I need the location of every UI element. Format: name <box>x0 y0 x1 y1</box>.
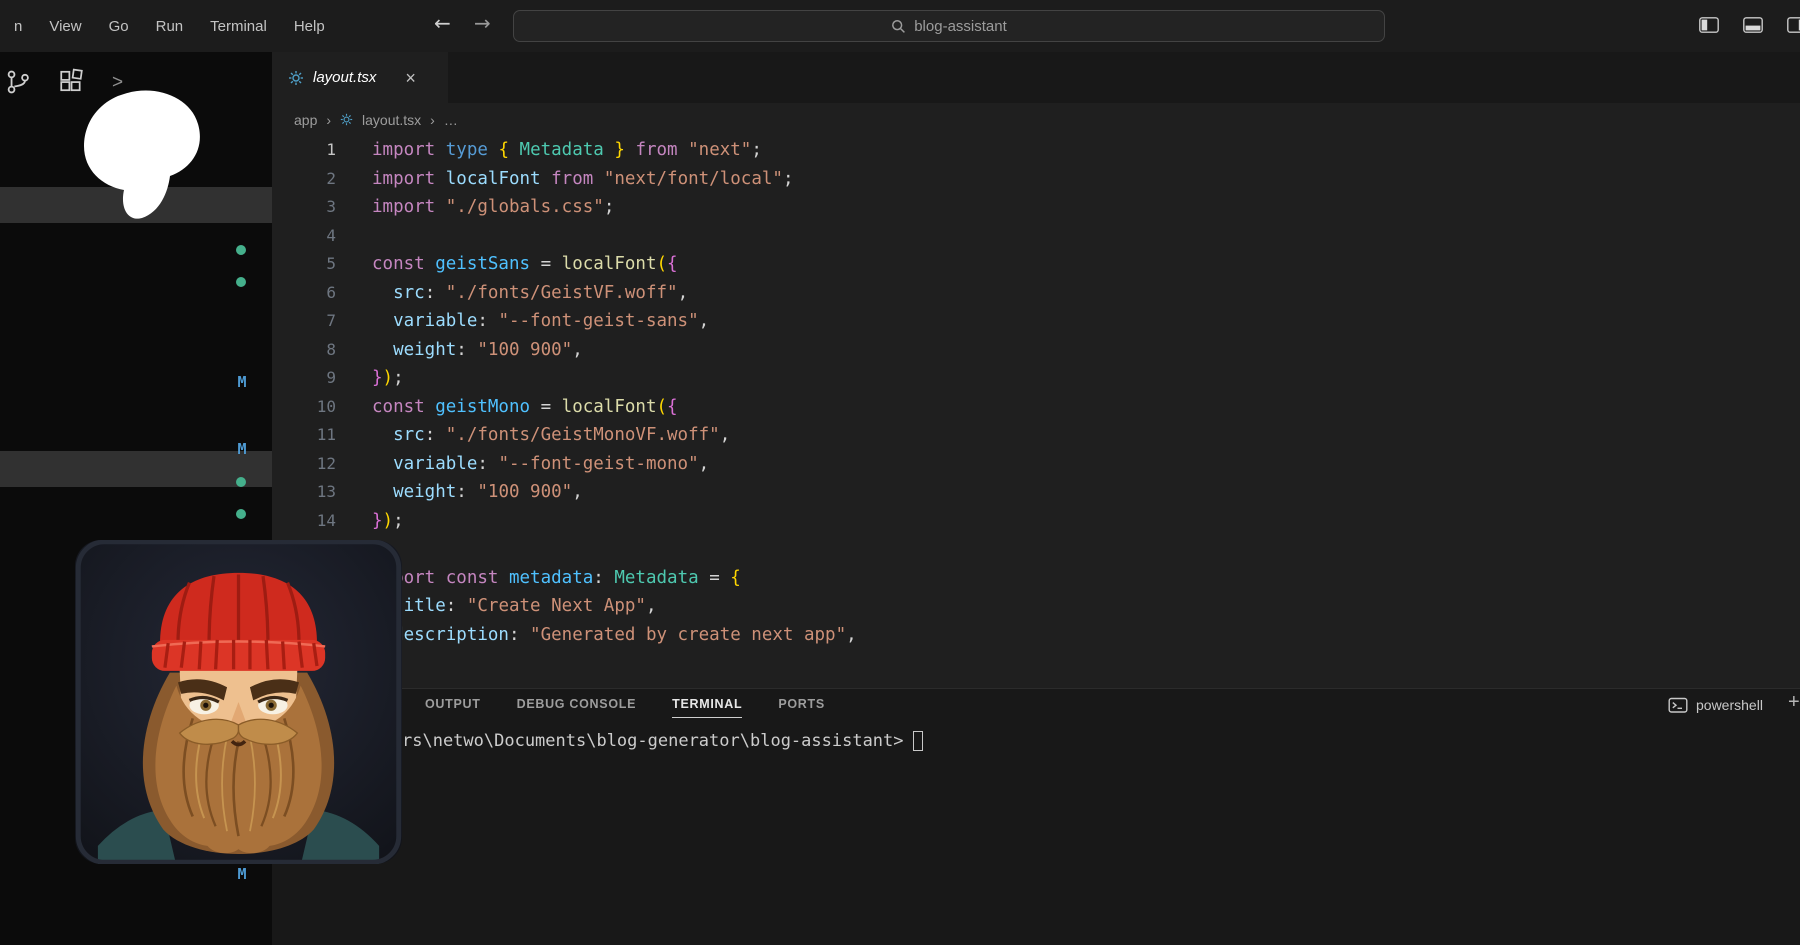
code-line-12: 12 variable: "--font-geist-mono", <box>272 450 1800 479</box>
white-blob-overlay <box>76 88 218 230</box>
line-number: 11 <box>272 421 336 450</box>
powershell-icon <box>1668 695 1688 715</box>
git-dot-marker <box>236 245 246 255</box>
line-number: 1 <box>272 136 336 165</box>
code-line-9: 9}); <box>272 364 1800 393</box>
menu-terminal[interactable]: Terminal <box>210 18 267 35</box>
menu-help[interactable]: Help <box>294 18 325 35</box>
search-text: blog-assistant <box>914 18 1007 35</box>
code-line-17: 17 title: "Create Next App", <box>272 592 1800 621</box>
line-number: 10 <box>272 393 336 422</box>
toggle-panel-icon[interactable] <box>1743 17 1763 33</box>
git-modified-marker: M <box>232 441 252 457</box>
code-line-7: 7 variable: "--font-geist-sans", <box>272 307 1800 336</box>
line-number: 7 <box>272 307 336 336</box>
code-line-2: 2import localFont from "next/font/local"… <box>272 165 1800 194</box>
new-terminal-button[interactable]: + <box>1788 691 1800 714</box>
line-number: 4 <box>272 222 336 251</box>
code-line-5: 5const geistSans = localFont({ <box>272 250 1800 279</box>
terminal-cursor <box>913 731 923 751</box>
code-line-1: 1import type { Metadata } from "next"; <box>272 136 1800 165</box>
tsx-file-icon <box>288 70 304 86</box>
nav-back-button[interactable]: ← <box>434 11 451 35</box>
toggle-sidebar-right-icon[interactable] <box>1787 17 1800 33</box>
menu-n[interactable]: n <box>14 18 22 35</box>
terminal-shell-item[interactable]: powershell <box>1668 695 1763 715</box>
breadcrumb-item-more[interactable]: … <box>444 112 458 128</box>
code-line-4: 4 <box>272 222 1800 251</box>
tab-close-icon[interactable]: × <box>405 69 416 87</box>
title-bar: n View Go Run Terminal Help ← → blog-assistan… <box>0 0 1800 52</box>
line-number: 3 <box>272 193 336 222</box>
line-number: 9 <box>272 364 336 393</box>
code-line-11: 11 src: "./fonts/GeistMonoVF.woff", <box>272 421 1800 450</box>
panel-tab-debug-console[interactable]: DEBUG CONSOLE <box>517 697 637 718</box>
code-line-15: 15 <box>272 535 1800 564</box>
line-number: 5 <box>272 250 336 279</box>
code-line-8: 8 weight: "100 900", <box>272 336 1800 365</box>
source-control-icon[interactable] <box>4 68 32 96</box>
code-area[interactable]: 1import type { Metadata } from "next";2i… <box>272 136 1800 649</box>
line-number: 12 <box>272 450 336 479</box>
git-modified-marker: M <box>232 374 252 390</box>
panel-tab-output[interactable]: OUTPUT <box>425 697 481 718</box>
line-number: 14 <box>272 507 336 536</box>
bottom-panel: OUTPUT DEBUG CONSOLE TERMINAL PORTS rs\netw… <box>272 688 1800 945</box>
git-dot-marker <box>236 477 246 487</box>
code-line-16: 16export const metadata: Metadata = { <box>272 564 1800 593</box>
breadcrumb: app › layout.tsx › … <box>272 103 1800 136</box>
code-line-3: 3import "./globals.css"; <box>272 193 1800 222</box>
tab-layout-tsx[interactable]: layout.tsx × <box>272 52 448 103</box>
breadcrumb-item-app[interactable]: app <box>294 112 317 128</box>
git-modified-marker: M <box>232 866 252 882</box>
tsx-file-icon <box>340 113 353 126</box>
code-line-10: 10const geistMono = localFont({ <box>272 393 1800 422</box>
editor-tab-bar: layout.tsx × <box>272 52 1800 103</box>
menu-view[interactable]: View <box>49 18 81 35</box>
shell-label: powershell <box>1696 697 1763 713</box>
search-icon <box>891 19 906 34</box>
line-number: 6 <box>272 279 336 308</box>
code-line-14: 14}); <box>272 507 1800 536</box>
panel-tab-terminal[interactable]: TERMINAL <box>672 697 742 718</box>
terminal-line[interactable]: rs\netwo\Documents\blog-generator\blog-a… <box>402 731 923 751</box>
menu-bar: n View Go Run Terminal Help <box>0 0 325 52</box>
menu-run[interactable]: Run <box>156 18 184 35</box>
breadcrumb-separator: › <box>430 112 435 128</box>
terminal-prompt-text: rs\netwo\Documents\blog-generator\blog-a… <box>402 731 904 751</box>
panel-tabs: OUTPUT DEBUG CONSOLE TERMINAL PORTS <box>425 697 825 718</box>
breadcrumb-separator: › <box>326 112 331 128</box>
breadcrumb-item-file[interactable]: layout.tsx <box>362 112 421 128</box>
lumberjack-avatar-image <box>75 540 402 864</box>
tab-label: layout.tsx <box>313 69 376 86</box>
line-number: 2 <box>272 165 336 194</box>
panel-tab-ports[interactable]: PORTS <box>778 697 825 718</box>
code-line-6: 6 src: "./fonts/GeistVF.woff", <box>272 279 1800 308</box>
toggle-sidebar-left-icon[interactable] <box>1699 17 1719 33</box>
menu-go[interactable]: Go <box>109 18 129 35</box>
line-number: 13 <box>272 478 336 507</box>
command-center-search[interactable]: blog-assistant <box>513 10 1385 42</box>
git-dot-marker <box>236 277 246 287</box>
git-dot-marker <box>236 509 246 519</box>
code-line-13: 13 weight: "100 900", <box>272 478 1800 507</box>
line-number: 8 <box>272 336 336 365</box>
nav-forward-button[interactable]: → <box>474 11 491 35</box>
vscode-window: n View Go Run Terminal Help ← → blog-assistan… <box>0 0 1800 945</box>
code-line-18: 18 description: "Generated by create nex… <box>272 621 1800 650</box>
